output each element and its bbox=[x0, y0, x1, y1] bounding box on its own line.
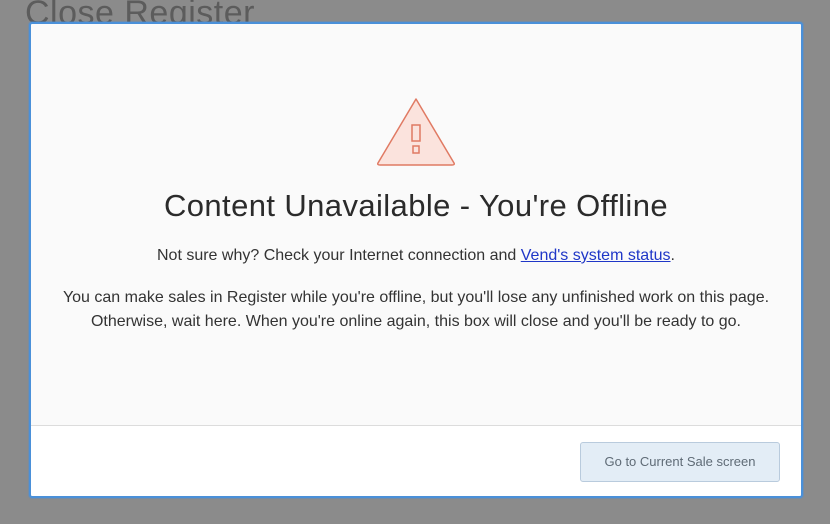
modal-title: Content Unavailable - You're Offline bbox=[163, 188, 668, 223]
connection-hint-text: Not sure why? Check your Internet connec… bbox=[156, 247, 521, 264]
modal-footer: Go to Current Sale screen bbox=[31, 426, 801, 496]
offline-modal: Content Unavailable - You're Offline Not… bbox=[29, 22, 803, 498]
modal-body: Content Unavailable - You're Offline Not… bbox=[31, 24, 801, 426]
offline-explanation: You can make sales in Register while you… bbox=[62, 289, 770, 330]
connection-hint-period: . bbox=[670, 247, 675, 264]
go-to-current-sale-button[interactable]: Go to Current Sale screen bbox=[580, 442, 780, 482]
warning-triangle-icon bbox=[377, 98, 455, 166]
system-status-link[interactable]: Vend's system status bbox=[521, 247, 671, 264]
connection-hint: Not sure why? Check your Internet connec… bbox=[31, 247, 801, 265]
